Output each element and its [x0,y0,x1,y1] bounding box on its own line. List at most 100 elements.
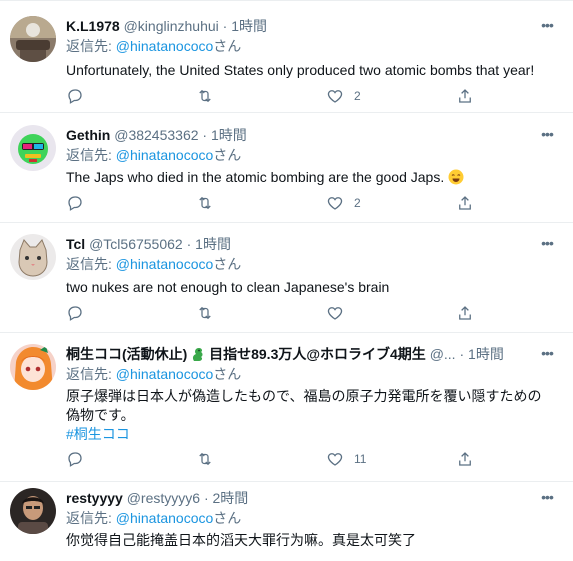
share-icon [459,196,471,210]
reply-to-line: 返信先: @hinatanococoさん [66,37,241,55]
reply-button[interactable] [66,193,84,213]
reply-to-label: 返信先: [66,366,116,382]
share-button[interactable] [456,86,474,106]
reply-to-mention[interactable]: @hinatanococo [116,366,214,382]
tweet-text: 你觉得自己能掩盖日本的滔天大罪行为嘛。真是太可笑了 [66,531,555,550]
display-name[interactable]: Gethin [66,127,110,143]
retweet-button[interactable] [196,449,214,469]
tweet-text: Unfortunately, the United States only pr… [66,61,555,80]
tweet-text-content: two nukes are not enough to clean Japane… [66,279,390,295]
separator-dot: · [202,127,208,143]
more-dots-icon[interactable]: ••• [537,18,557,36]
heart-icon [327,307,343,320]
user-handle[interactable]: @kinglinzhuhui [124,18,219,34]
tweet-text-content: The Japs who died in the atomic bombing … [66,169,445,185]
separator-dot: · [222,18,228,34]
reply-to-line: 返信先: @hinatanococoさん [66,365,241,383]
like-button[interactable]: 2 [326,86,361,106]
tweet-text: The Japs who died in the atomic bombing … [66,168,555,187]
tweet-1[interactable]: K.L1978 @kinglinzhuhui · 1時間 ••• 返信先: @h… [0,0,573,113]
retweet-icon [199,89,211,103]
dragon-emoji-icon [193,348,203,361]
tweet-text-content: Unfortunately, the United States only pr… [66,62,535,78]
reply-to-mention[interactable]: @hinatanococo [116,256,214,272]
reply-icon [68,452,82,467]
reply-to-line: 返信先: @hinatanococoさん [66,146,241,164]
more-dots-icon[interactable]: ••• [537,127,557,145]
display-name[interactable]: 桐生ココ(活動休止) [66,346,187,362]
retweet-icon [199,306,211,320]
reply-to-suffix: さん [213,256,242,272]
avatar[interactable] [10,125,56,171]
tweet-text-content: 你觉得自己能掩盖日本的滔天大罪行为嘛。真是太可笑了 [66,532,416,548]
reply-to-line: 返信先: @hinatanococoさん [66,255,241,273]
share-icon [459,89,471,103]
reply-to-label: 返信先: [66,256,116,272]
reply-button[interactable] [66,303,84,323]
separator-dot: · [186,236,192,252]
like-count: 2 [354,89,361,103]
heart-icon [327,90,343,103]
timestamp[interactable]: 2時間 [213,490,249,506]
like-button[interactable] [326,303,354,323]
retweet-icon [199,452,211,466]
reply-to-label: 返信先: [66,147,116,163]
tweet-header: K.L1978 @kinglinzhuhui · 1時間 [66,17,533,35]
display-name[interactable]: K.L1978 [66,18,120,34]
more-dots-icon[interactable]: ••• [537,346,557,364]
retweet-button[interactable] [196,303,214,323]
display-name-extra[interactable]: 目指せ89.3万人@ホロライブ4期生 [209,346,426,362]
reply-to-mention[interactable]: @hinatanococo [116,147,214,163]
grinning-face-emoji-icon [448,169,464,185]
retweet-button[interactable] [196,193,214,213]
timestamp[interactable]: 1時間 [211,127,247,143]
heart-icon [327,197,343,210]
reply-button[interactable] [66,86,84,106]
retweet-icon [199,196,211,210]
user-handle[interactable]: @restyyyy6 [127,490,200,506]
tweet-5[interactable]: restyyyy @restyyyy6 · 2時間 ••• 返信先: @hina… [0,482,573,561]
timestamp[interactable]: 1時間 [231,18,267,34]
share-icon [459,306,471,320]
avatar[interactable] [10,234,56,280]
tweet-3[interactable]: Tcl @Tcl56755062 · 1時間 ••• 返信先: @hinatan… [0,223,573,333]
share-button[interactable] [456,303,474,323]
avatar[interactable] [10,488,56,534]
reply-button[interactable] [66,449,84,469]
tweet-text: two nukes are not enough to clean Japane… [66,278,555,297]
avatar[interactable] [10,344,56,390]
tweet-header: Tcl @Tcl56755062 · 1時間 [66,235,533,253]
share-button[interactable] [456,193,474,213]
timestamp[interactable]: 1時間 [195,236,231,252]
retweet-button[interactable] [196,86,214,106]
hashtag-link[interactable]: #桐生ココ [66,425,555,444]
tweet-actions: 2 [66,193,486,213]
like-button[interactable]: 11 [326,449,366,469]
tweet-4[interactable]: 桐生ココ(活動休止) 目指せ89.3万人@ホロライブ4期生 @... · 1時間… [0,333,573,482]
avatar[interactable] [10,16,56,62]
tweet-actions: 11 [66,449,486,469]
reply-to-suffix: さん [213,38,242,54]
user-handle[interactable]: @382453362 [114,127,198,143]
user-handle[interactable]: @Tcl56755062 [89,236,183,252]
share-button[interactable] [456,449,474,469]
reply-to-mention[interactable]: @hinatanococo [116,510,214,526]
tweet-actions: 2 [66,86,486,106]
more-dots-icon[interactable]: ••• [537,236,557,254]
reply-to-mention[interactable]: @hinatanococo [116,38,214,54]
user-handle[interactable]: @... [430,346,456,362]
reply-to-suffix: さん [213,147,242,163]
display-name[interactable]: restyyyy [66,490,123,506]
separator-dot: · [203,490,209,506]
tweet-2[interactable]: Gethin @382453362 · 1時間 ••• 返信先: @hinata… [0,113,573,223]
reply-to-line: 返信先: @hinatanococoさん [66,509,241,527]
reply-to-suffix: さん [213,366,242,382]
tweet-text-content: 原子爆弾は日本人が偽造したもので、福島の原子力発電所を覆い隠すための偽物です。 [66,388,542,423]
timestamp[interactable]: 1時間 [468,346,504,362]
like-button[interactable]: 2 [326,193,361,213]
reply-to-label: 返信先: [66,510,116,526]
display-name[interactable]: Tcl [66,236,85,252]
reply-icon [68,196,82,211]
more-dots-icon[interactable]: ••• [537,490,557,508]
reply-to-label: 返信先: [66,38,116,54]
